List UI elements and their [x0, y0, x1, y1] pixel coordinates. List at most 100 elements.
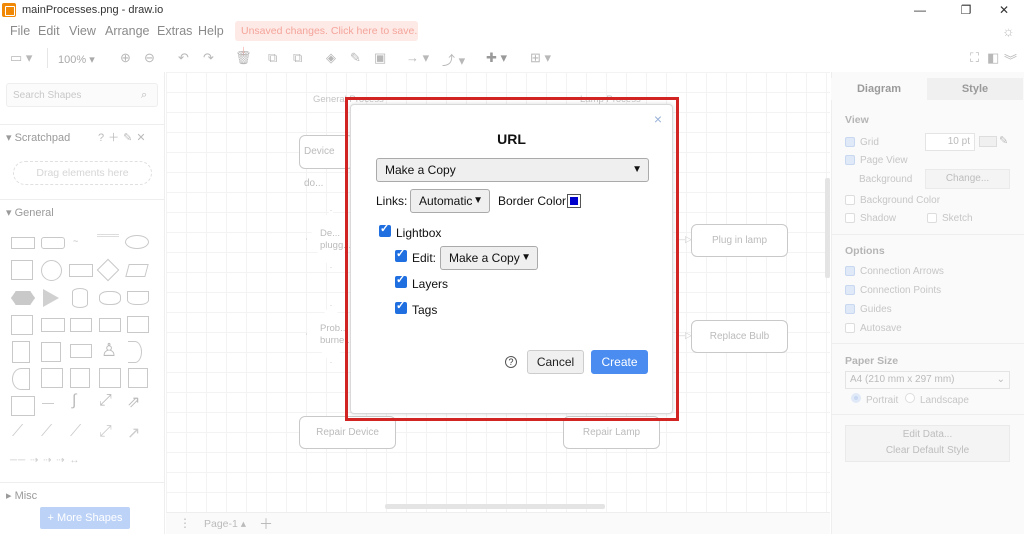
curve-icon[interactable]: ∫	[72, 392, 76, 410]
list-shape[interactable]	[128, 368, 148, 388]
tape-shape[interactable]	[127, 316, 149, 333]
shadow-icon[interactable]: ▣	[374, 50, 386, 66]
insert-icon[interactable]: ✚ ▾	[486, 50, 507, 66]
lightbox-checkbox[interactable]	[379, 222, 391, 237]
guides-checkbox[interactable]	[845, 304, 855, 314]
collapse-icon[interactable]: ︾	[1004, 50, 1017, 69]
triangle-shape[interactable]	[43, 289, 59, 307]
menu-file[interactable]: File	[10, 24, 30, 38]
card-shape[interactable]	[41, 342, 61, 362]
cloud-shape[interactable]	[99, 291, 121, 305]
portrait-radio[interactable]	[851, 393, 861, 403]
cube-shape[interactable]	[41, 318, 65, 332]
grid-color-swatch[interactable]	[979, 136, 997, 147]
node-replace-bulb[interactable]: Replace Bulb	[691, 320, 788, 353]
connection-icon[interactable]: → ▾	[406, 50, 429, 66]
dotted-line-icon[interactable]: ⟋	[41, 423, 52, 441]
bidirectional-line-icon[interactable]: ⤢	[99, 423, 112, 441]
more-shapes-button[interactable]: + More Shapes	[40, 507, 130, 529]
rounded-rectangle-shape[interactable]	[41, 237, 65, 249]
misc-header[interactable]: ▸ Misc	[0, 482, 165, 506]
line-icon[interactable]: ⟋	[70, 423, 81, 441]
theme-icon[interactable]: ☼	[1002, 23, 1015, 39]
page-tab-1[interactable]: Page-1 ▴	[204, 518, 246, 530]
text-shape[interactable]: ~	[73, 236, 78, 246]
change-background-button[interactable]: Change...	[925, 169, 1010, 189]
line-shape[interactable]	[42, 403, 54, 404]
table-icon[interactable]: ⊞ ▾	[530, 50, 551, 66]
table-shape[interactable]	[11, 396, 35, 416]
format-panel-icon[interactable]: ◧	[987, 50, 999, 66]
data-storage-shape[interactable]	[12, 368, 30, 390]
edit-select[interactable]: Make a Copy ▼	[440, 246, 538, 270]
container-shape[interactable]	[70, 368, 90, 388]
swimlane-shape[interactable]	[99, 368, 121, 388]
internal-storage-shape[interactable]	[11, 315, 33, 335]
delay-shape[interactable]	[41, 368, 63, 388]
close-window-button[interactable]: ✕	[984, 2, 1024, 18]
ellipse-shape[interactable]	[125, 235, 149, 249]
arrow-icon[interactable]: ⇗	[127, 392, 140, 412]
canvas-horizontal-scrollbar[interactable]	[385, 504, 605, 509]
tab-style[interactable]: Style	[927, 78, 1023, 100]
tags-checkbox[interactable]	[395, 299, 407, 314]
help-icon[interactable]: ?	[505, 356, 517, 368]
connector-row-icon[interactable]: ── ⇢ ⇢ ⇢ ↔	[10, 455, 80, 466]
links-select[interactable]: Automatic ▼	[410, 189, 490, 213]
waypoints-icon[interactable]: ⤴ ▾	[442, 50, 465, 69]
document-shape[interactable]	[127, 291, 149, 305]
shadow-checkbox[interactable]	[845, 213, 855, 223]
line-color-icon[interactable]: ✎	[350, 50, 361, 66]
general-header[interactable]: ▾ General	[0, 199, 165, 223]
double-arrow-icon[interactable]: ⤢	[99, 392, 112, 410]
view-panels-icon[interactable]: ▭ ▾	[10, 50, 32, 66]
to-front-icon[interactable]: ⧉	[268, 50, 277, 66]
layers-checkbox[interactable]	[395, 273, 407, 288]
fullscreen-icon[interactable]: ⛶	[970, 50, 979, 66]
mode-select[interactable]: Make a Copy ▼	[376, 158, 649, 182]
parallelogram-shape[interactable]	[125, 264, 149, 277]
border-color-swatch[interactable]	[567, 194, 581, 208]
add-page-icon[interactable]: ＋	[259, 514, 273, 534]
autosave-checkbox[interactable]	[845, 323, 855, 333]
node-plug-in-lamp[interactable]: Plug in lamp	[691, 224, 788, 257]
clear-default-style-button[interactable]: Clear Default Style	[845, 442, 1010, 462]
hexagon-shape[interactable]	[11, 291, 35, 305]
pages-menu-icon[interactable]: ⋮	[179, 516, 191, 530]
zoom-out-icon[interactable]: ⊖	[144, 50, 155, 66]
grid-checkbox[interactable]	[845, 137, 855, 147]
cylinder-shape[interactable]	[72, 288, 88, 308]
circle-shape[interactable]	[41, 260, 62, 281]
cancel-button[interactable]: Cancel	[527, 350, 584, 374]
zoom-select[interactable]: 100% ▾	[58, 53, 95, 66]
maximize-button[interactable]: ❐	[946, 2, 986, 18]
actor-icon[interactable]: ♙	[101, 340, 117, 361]
connection-points-checkbox[interactable]	[845, 285, 855, 295]
fill-color-icon[interactable]: ◈	[326, 50, 336, 66]
zoom-in-icon[interactable]: ⊕	[120, 50, 131, 66]
menu-view[interactable]: View	[69, 24, 96, 38]
to-back-icon[interactable]: ⧉	[293, 50, 302, 66]
square-shape[interactable]	[11, 260, 33, 280]
undo-icon[interactable]: ↶	[178, 50, 189, 66]
menu-help[interactable]: Help	[198, 24, 224, 38]
paper-size-select[interactable]: A4 (210 mm x 297 mm) ⌄	[845, 371, 1010, 389]
trapezoid-shape[interactable]	[99, 318, 121, 332]
minimize-button[interactable]: —	[900, 2, 940, 18]
landscape-radio[interactable]	[905, 393, 915, 403]
scratchpad-actions-icon[interactable]: ?＋✎✕	[98, 129, 150, 145]
callout-shape[interactable]	[70, 344, 92, 358]
search-icon[interactable]: ⌕	[141, 89, 147, 102]
dashed-line-icon[interactable]: ⟋	[12, 423, 23, 441]
unsaved-changes-banner[interactable]: Unsaved changes. Click here to save. ⤓	[235, 21, 418, 57]
menu-extras[interactable]: Extras	[157, 24, 192, 38]
rectangle-shape[interactable]	[11, 237, 35, 249]
canvas-vertical-scrollbar[interactable]	[825, 178, 830, 278]
edit-checkbox[interactable]	[395, 247, 407, 262]
search-shapes-input[interactable]: Search Shapes	[6, 83, 158, 107]
grid-size-input[interactable]: 10 pt	[925, 133, 975, 151]
edit-grid-icon[interactable]: ✎	[999, 134, 1008, 147]
tab-diagram[interactable]: Diagram	[831, 78, 927, 100]
sketch-checkbox[interactable]	[927, 213, 937, 223]
background-color-checkbox[interactable]	[845, 195, 855, 205]
